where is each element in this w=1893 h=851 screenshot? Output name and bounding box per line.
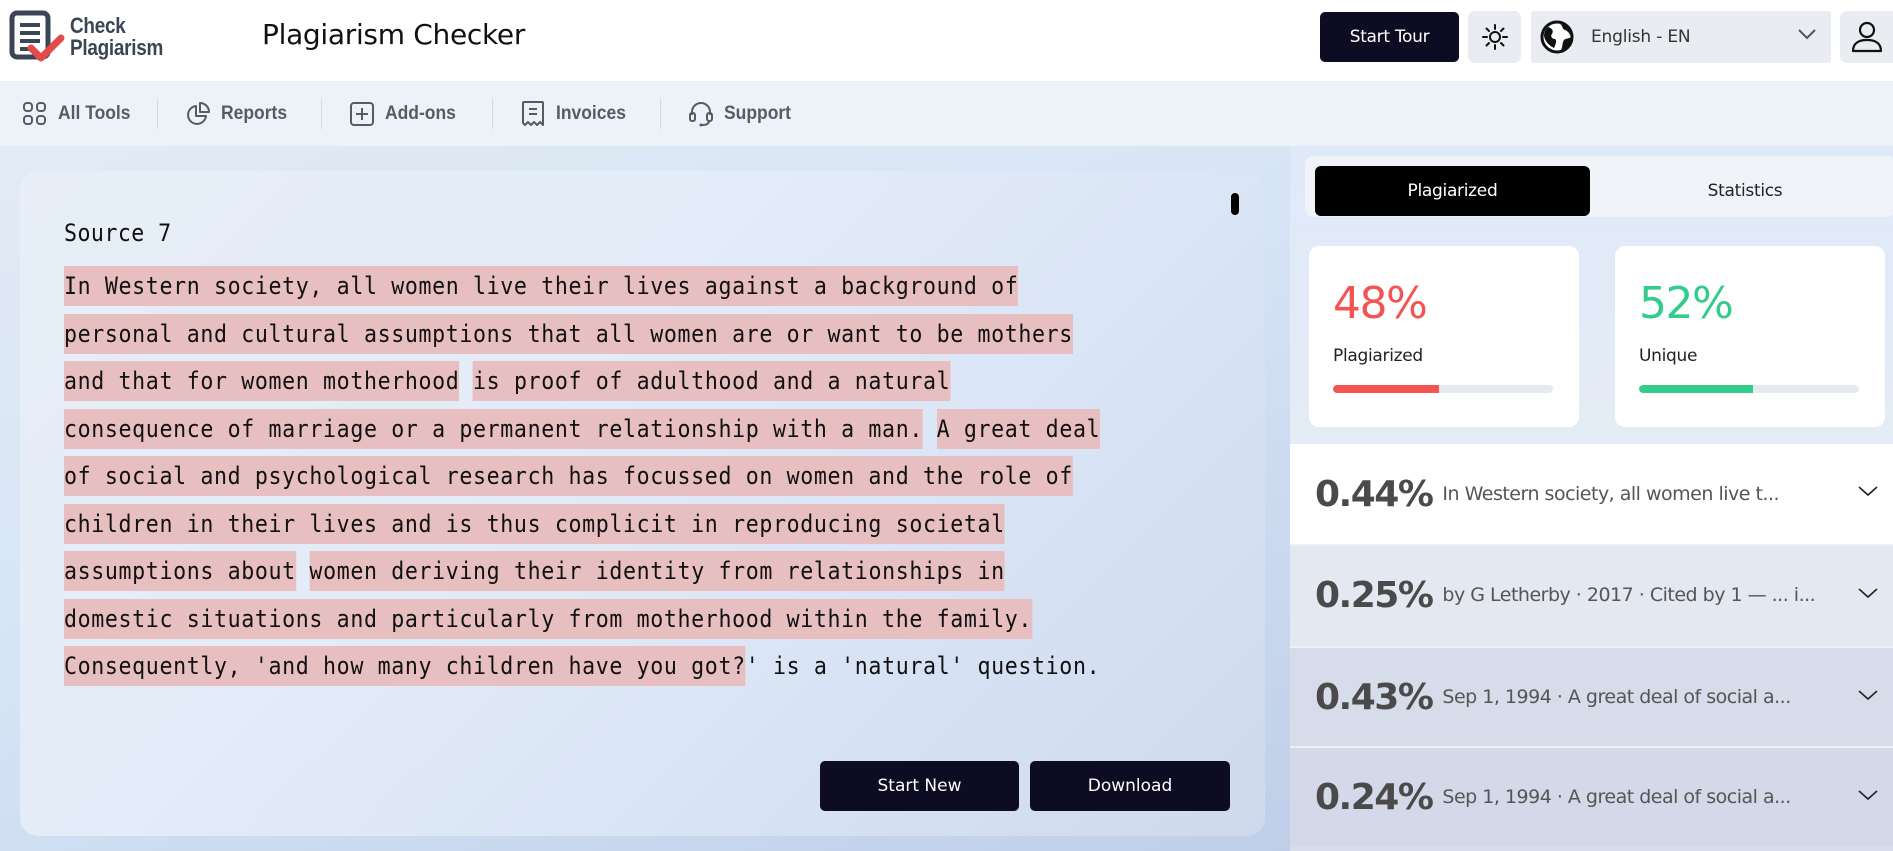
receipt-icon: [521, 100, 544, 126]
text-line: of social and psychological research has…: [64, 453, 1234, 501]
result-row[interactable]: 0.43% Sep 1, 1994 · A great deal of socia…: [1290, 646, 1893, 746]
logo-document-check-icon: [9, 10, 65, 62]
grid-icon: [23, 101, 46, 125]
text-line: domestic situations and particularly fro…: [64, 596, 1234, 644]
nav-divider: [491, 98, 493, 129]
tab-plagiarized[interactable]: Plagiarized: [1315, 166, 1590, 216]
nav-divider: [659, 98, 661, 129]
text-line: personal and cultural assumptions that a…: [64, 311, 1234, 359]
nav-label: Reports: [220, 102, 287, 124]
plagiarized-progress-track: [1333, 385, 1553, 393]
unique-percent: 52%: [1639, 278, 1734, 329]
user-icon: [1851, 21, 1882, 53]
result-percent: 0.43%: [1315, 676, 1434, 718]
chevron-down-icon[interactable]: [1857, 484, 1879, 498]
chevron-down-icon: [1798, 29, 1816, 40]
plagiarized-segment[interactable]: women deriving their identity from relat…: [309, 551, 1005, 591]
pie-chart-icon: [186, 101, 210, 125]
app-header: Check Plagiarism Plagiarism Checker Star…: [0, 0, 1893, 81]
results-panel: Plagiarized Statistics 48% Plagiarized 5…: [1290, 146, 1893, 851]
text-line: In Western society, all women live their…: [64, 263, 1234, 311]
main-area: Source 7 In Western society, all women l…: [0, 146, 1290, 851]
logo-text: Check Plagiarism: [70, 15, 163, 59]
download-button[interactable]: Download: [1030, 761, 1230, 811]
plagiarized-segment[interactable]: children in their lives and is thus comp…: [64, 503, 1005, 544]
text-line: and that for women motherhood is proof o…: [64, 358, 1234, 406]
tab-statistics[interactable]: Statistics: [1600, 166, 1890, 216]
headset-icon: [688, 101, 713, 126]
plagiarized-segment[interactable]: In Western society, all women live their…: [64, 266, 1019, 306]
plagiarized-segment[interactable]: A great deal: [936, 408, 1101, 449]
result-snippet: Sep 1, 1994 · A great deal of social a..…: [1442, 786, 1791, 808]
plagiarized-segment[interactable]: consequence of marriage or a permanent r…: [64, 408, 923, 449]
text-line: Consequently, 'and how many children hav…: [64, 643, 1234, 691]
nav-item-invoices[interactable]: Invoices: [520, 81, 632, 146]
plagiarized-segment[interactable]: Consequently, 'and how many children hav…: [64, 646, 746, 686]
result-row[interactable]: 0.24% Sep 1, 1994 · A great deal of socia…: [1290, 746, 1893, 846]
theme-toggle-button[interactable]: [1468, 11, 1521, 63]
nav-label: Invoices: [555, 102, 626, 124]
nav-label: All Tools: [58, 102, 131, 124]
plagiarized-stat-card: 48% Plagiarized: [1309, 246, 1579, 427]
text-line: consequence of marriage or a permanent r…: [64, 406, 1234, 454]
nav-label: Add-ons: [384, 102, 456, 124]
result-snippet: In Western society, all women live t...: [1442, 483, 1780, 505]
unique-segment: [923, 415, 937, 443]
plagiarized-segment[interactable]: is proof of adulthood and a natural: [473, 361, 951, 401]
result-tabs: Plagiarized Statistics: [1305, 156, 1893, 217]
plagiarized-segment[interactable]: assumptions about: [64, 551, 296, 591]
result-percent: 0.24%: [1315, 776, 1434, 818]
chevron-down-icon[interactable]: [1857, 788, 1879, 802]
text-line: assumptions about women deriving their i…: [64, 548, 1234, 596]
unique-segment: ' is a 'natural' question.: [745, 652, 1101, 680]
result-row[interactable]: 0.44% In Western society, all women live …: [1290, 444, 1893, 544]
plagiarized-segment[interactable]: and that for women motherhood: [64, 361, 460, 401]
logo[interactable]: Check Plagiarism: [9, 10, 178, 64]
nav-item-reports[interactable]: Reports: [185, 81, 293, 146]
plagiarized-segment[interactable]: of social and psychological research has…: [64, 456, 1073, 496]
unique-stat-card: 52% Unique: [1615, 246, 1885, 427]
user-account-button[interactable]: [1840, 11, 1893, 63]
language-select[interactable]: English - EN: [1531, 11, 1831, 63]
result-snippet: by G Letherby · 2017 · Cited by 1 — ... …: [1442, 584, 1816, 606]
unique-segment: [296, 557, 310, 585]
page-title: Plagiarism Checker: [262, 18, 526, 51]
nav-label: Support: [723, 102, 791, 124]
nav-divider: [156, 98, 158, 129]
highlighted-text-body: In Western society, all women live their…: [64, 263, 1234, 691]
nav-item-support[interactable]: Support: [688, 81, 797, 146]
unique-progress-track: [1639, 385, 1859, 393]
plus-square-icon: [349, 101, 374, 126]
chevron-down-icon[interactable]: [1857, 586, 1879, 600]
unique-segment: [459, 367, 473, 395]
text-line: children in their lives and is thus comp…: [64, 501, 1234, 549]
source-text-panel: Source 7 In Western society, all women l…: [20, 171, 1265, 836]
unique-progress-fill: [1639, 385, 1754, 393]
scrollbar-thumb[interactable]: [1231, 193, 1239, 215]
logo-line1: Check: [70, 13, 126, 38]
result-snippet: Sep 1, 1994 · A great deal of social a..…: [1442, 686, 1791, 708]
result-row[interactable]: 0.25% by G Letherby · 2017 · Cited by 1 —…: [1290, 544, 1893, 644]
toolbar-nav: All Tools Reports Add-ons Invoices Suppo…: [0, 81, 1893, 146]
language-label: English - EN: [1591, 27, 1691, 47]
plagiarized-progress-fill: [1333, 385, 1439, 393]
nav-item-add-ons[interactable]: Add-ons: [349, 81, 462, 146]
nav-item-all-tools[interactable]: All Tools: [22, 81, 137, 146]
result-percent: 0.25%: [1315, 574, 1434, 616]
logo-line2: Plagiarism: [70, 35, 164, 60]
start-new-button[interactable]: Start New: [820, 761, 1019, 811]
plagiarized-segment[interactable]: personal and cultural assumptions that a…: [64, 313, 1073, 354]
plagiarized-percent: 48%: [1333, 278, 1428, 329]
unique-label: Unique: [1639, 346, 1698, 366]
result-percent: 0.44%: [1315, 473, 1434, 515]
plagiarized-segment[interactable]: domestic situations and particularly fro…: [64, 598, 1033, 639]
globe-icon: [1540, 20, 1574, 54]
start-tour-button[interactable]: Start Tour: [1320, 12, 1459, 62]
nav-divider: [320, 98, 322, 129]
sun-icon: [1481, 24, 1508, 50]
source-title: Source 7: [64, 219, 172, 247]
chevron-down-icon[interactable]: [1857, 688, 1879, 702]
plagiarized-label: Plagiarized: [1333, 346, 1423, 366]
